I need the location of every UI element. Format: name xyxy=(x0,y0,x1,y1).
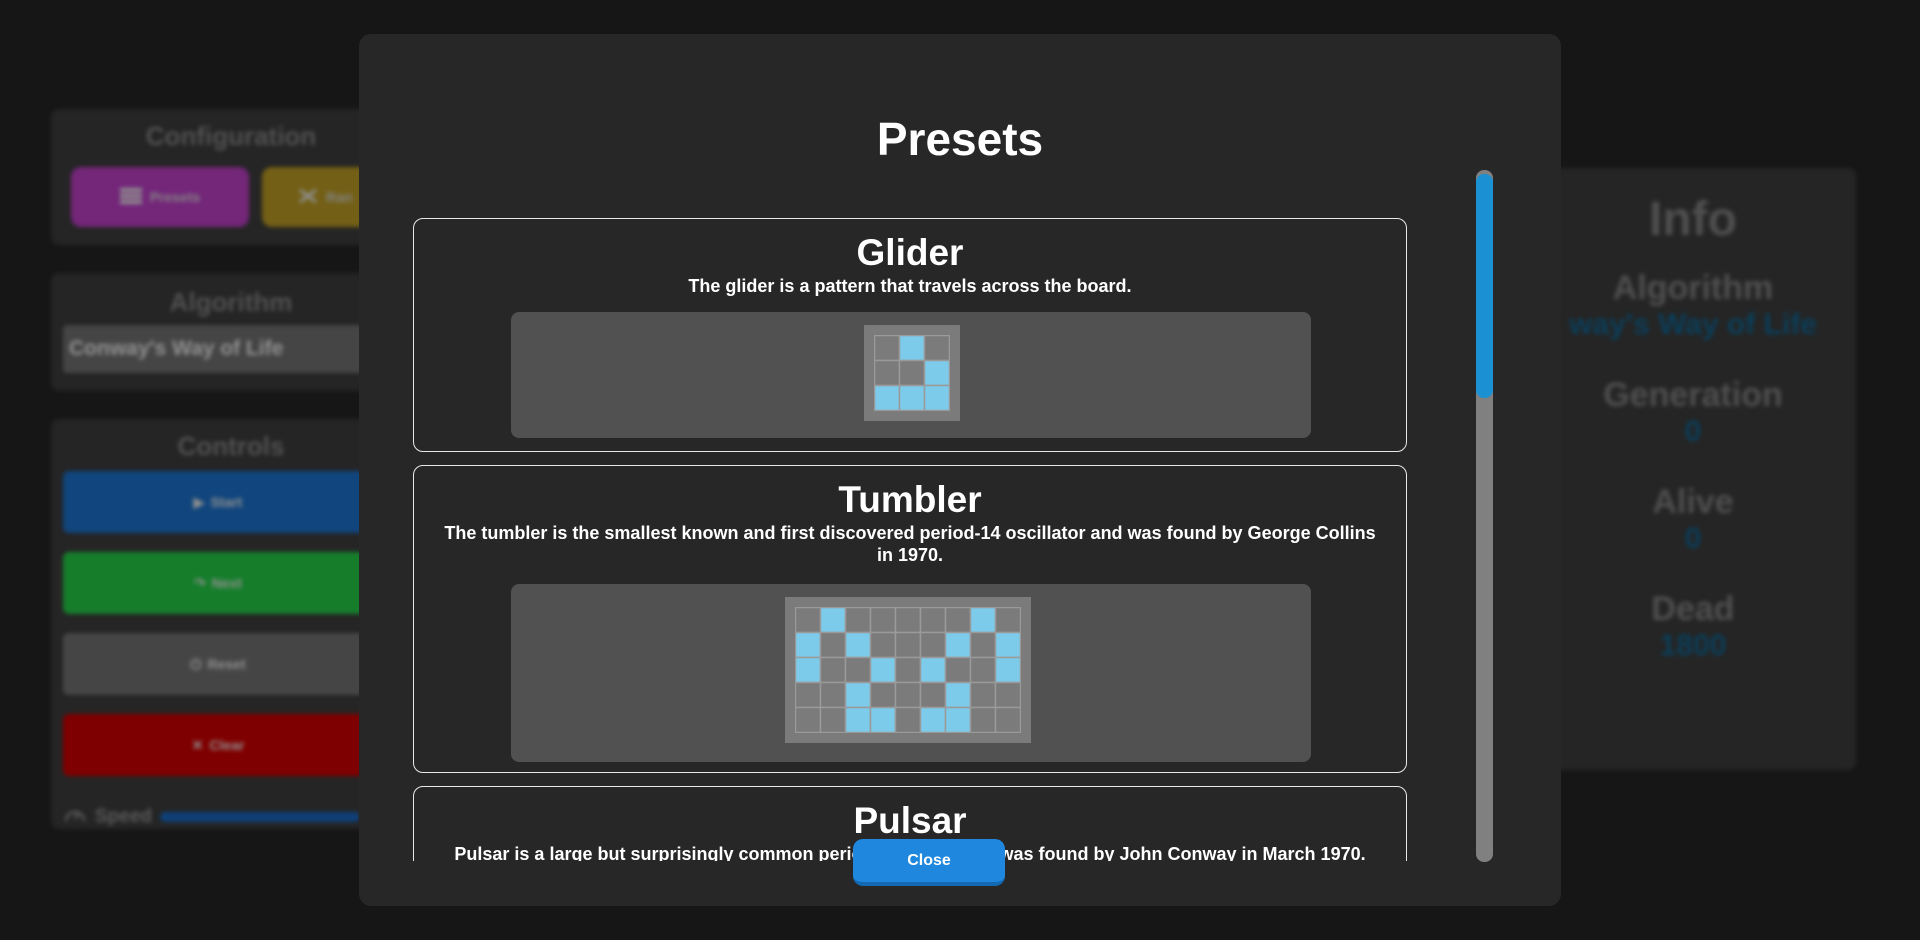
dead-cell xyxy=(844,607,872,634)
dead-cell xyxy=(944,656,972,684)
dead-cell xyxy=(898,359,926,387)
dead-cell xyxy=(969,681,997,709)
dead-cell xyxy=(795,706,822,733)
dead-cell xyxy=(969,656,997,684)
scrollbar-thumb[interactable] xyxy=(1476,174,1493,398)
presets-list[interactable]: Glider The glider is a pattern that trav… xyxy=(413,184,1413,861)
dead-cell xyxy=(919,681,947,709)
dead-cell xyxy=(919,631,947,659)
alive-cell xyxy=(923,359,950,387)
alive-cell xyxy=(919,656,947,684)
alive-cell xyxy=(874,384,901,411)
alive-cell xyxy=(869,656,897,684)
dead-cell xyxy=(819,681,847,709)
alive-cell xyxy=(844,706,872,733)
dead-cell xyxy=(795,681,822,709)
preset-preview xyxy=(511,584,1311,762)
preset-name: Glider xyxy=(856,232,964,273)
preset-grid xyxy=(785,597,1031,743)
scrollbar-track[interactable] xyxy=(1476,170,1493,862)
preset-description: The glider is a pattern that travels acr… xyxy=(688,276,1132,296)
dead-cell xyxy=(894,706,922,733)
dead-cell xyxy=(869,607,897,634)
preset-grid xyxy=(864,325,960,421)
alive-cell xyxy=(944,706,972,733)
dead-cell xyxy=(874,335,901,362)
dead-cell xyxy=(894,631,922,659)
preset-name: Pulsar xyxy=(853,800,967,841)
preset-description: The tumbler is the smallest known and fi… xyxy=(444,523,1376,565)
dead-cell xyxy=(969,706,997,733)
alive-cell xyxy=(944,631,972,659)
dead-cell xyxy=(994,706,1021,733)
dead-cell xyxy=(919,607,947,634)
alive-cell xyxy=(994,631,1021,659)
dead-cell xyxy=(894,656,922,684)
modal-title: Presets xyxy=(876,113,1044,165)
preset-preview xyxy=(511,312,1311,438)
dead-cell xyxy=(844,656,872,684)
dead-cell xyxy=(869,631,897,659)
dead-cell xyxy=(944,607,972,634)
preset-card-glider[interactable]: Glider The glider is a pattern that trav… xyxy=(413,218,1407,452)
alive-cell xyxy=(944,681,972,709)
dead-cell xyxy=(819,631,847,659)
alive-cell xyxy=(819,607,847,634)
dead-cell xyxy=(795,607,822,634)
dead-cell xyxy=(869,681,897,709)
dead-cell xyxy=(874,359,901,387)
close-button[interactable]: Close xyxy=(853,839,1005,886)
alive-cell xyxy=(844,681,872,709)
alive-cell xyxy=(795,631,822,659)
alive-cell xyxy=(898,335,926,362)
dead-cell xyxy=(923,335,950,362)
presets-modal: Presets Glider The glider is a pattern t… xyxy=(359,34,1561,906)
alive-cell xyxy=(969,607,997,634)
preset-card-tumbler[interactable]: Tumbler The tumbler is the smallest know… xyxy=(413,465,1407,773)
alive-cell xyxy=(844,631,872,659)
dead-cell xyxy=(819,656,847,684)
dead-cell xyxy=(994,607,1021,634)
alive-cell xyxy=(994,656,1021,684)
alive-cell xyxy=(898,384,926,411)
alive-cell xyxy=(869,706,897,733)
dead-cell xyxy=(994,681,1021,709)
dead-cell xyxy=(819,706,847,733)
preset-name: Tumbler xyxy=(838,479,982,520)
dead-cell xyxy=(969,631,997,659)
alive-cell xyxy=(923,384,950,411)
dead-cell xyxy=(894,607,922,634)
alive-cell xyxy=(795,656,822,684)
alive-cell xyxy=(919,706,947,733)
dead-cell xyxy=(894,681,922,709)
